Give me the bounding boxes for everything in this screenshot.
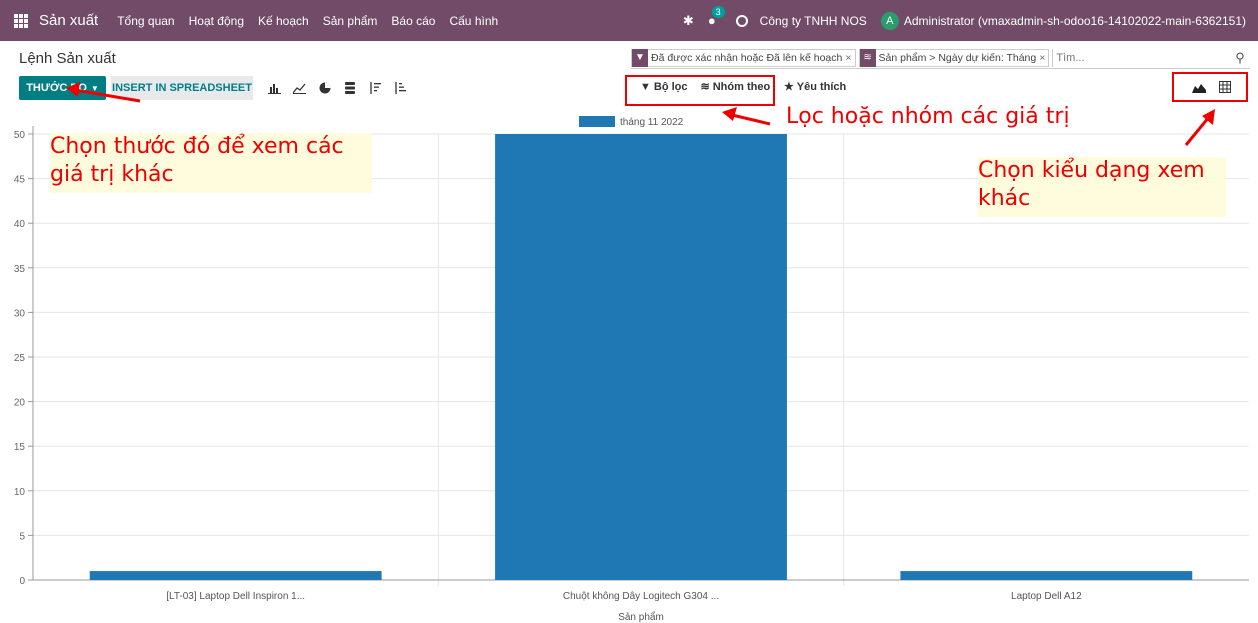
measure-arrow-head [66,82,80,97]
filter-highlight-box [625,75,775,106]
filter-arrow-head [722,107,737,121]
bar [495,134,787,580]
view-annotation: Chọn kiểu dạng xem khác [978,157,1226,217]
filter-arrow [731,113,771,126]
x-tick-label: Laptop Dell A12 [1011,591,1082,602]
legend-label: tháng 11 2022 [620,117,684,128]
y-tick-label: 15 [14,442,26,453]
y-tick-label: 30 [14,308,26,319]
x-axis-title: Sản phẩm [618,611,664,623]
filter-annotation: Lọc hoặc nhóm các giá trị [786,104,1070,129]
y-tick-label: 25 [14,353,26,364]
y-tick-label: 10 [14,487,26,498]
y-tick-label: 5 [19,531,25,542]
measure-arrow [74,88,141,103]
y-tick-label: 40 [14,219,26,230]
view-arrow [1184,116,1211,146]
y-tick-label: 45 [14,175,26,186]
bar [900,571,1193,580]
y-tick-label: 35 [14,264,26,275]
x-tick-label: [LT-03] Laptop Dell Inspiron 1... [166,591,305,602]
measure-annotation: Chọn thước đó để xem các giá trị khác [50,133,372,193]
bar [89,571,382,580]
y-tick-label: 50 [14,130,26,141]
x-tick-label: Chuột không Dây Logitech G304 ... [563,591,719,602]
legend-swatch [579,116,615,127]
y-tick-label: 0 [19,576,25,587]
view-switch-highlight-box [1172,72,1248,102]
y-tick-label: 20 [14,398,26,409]
